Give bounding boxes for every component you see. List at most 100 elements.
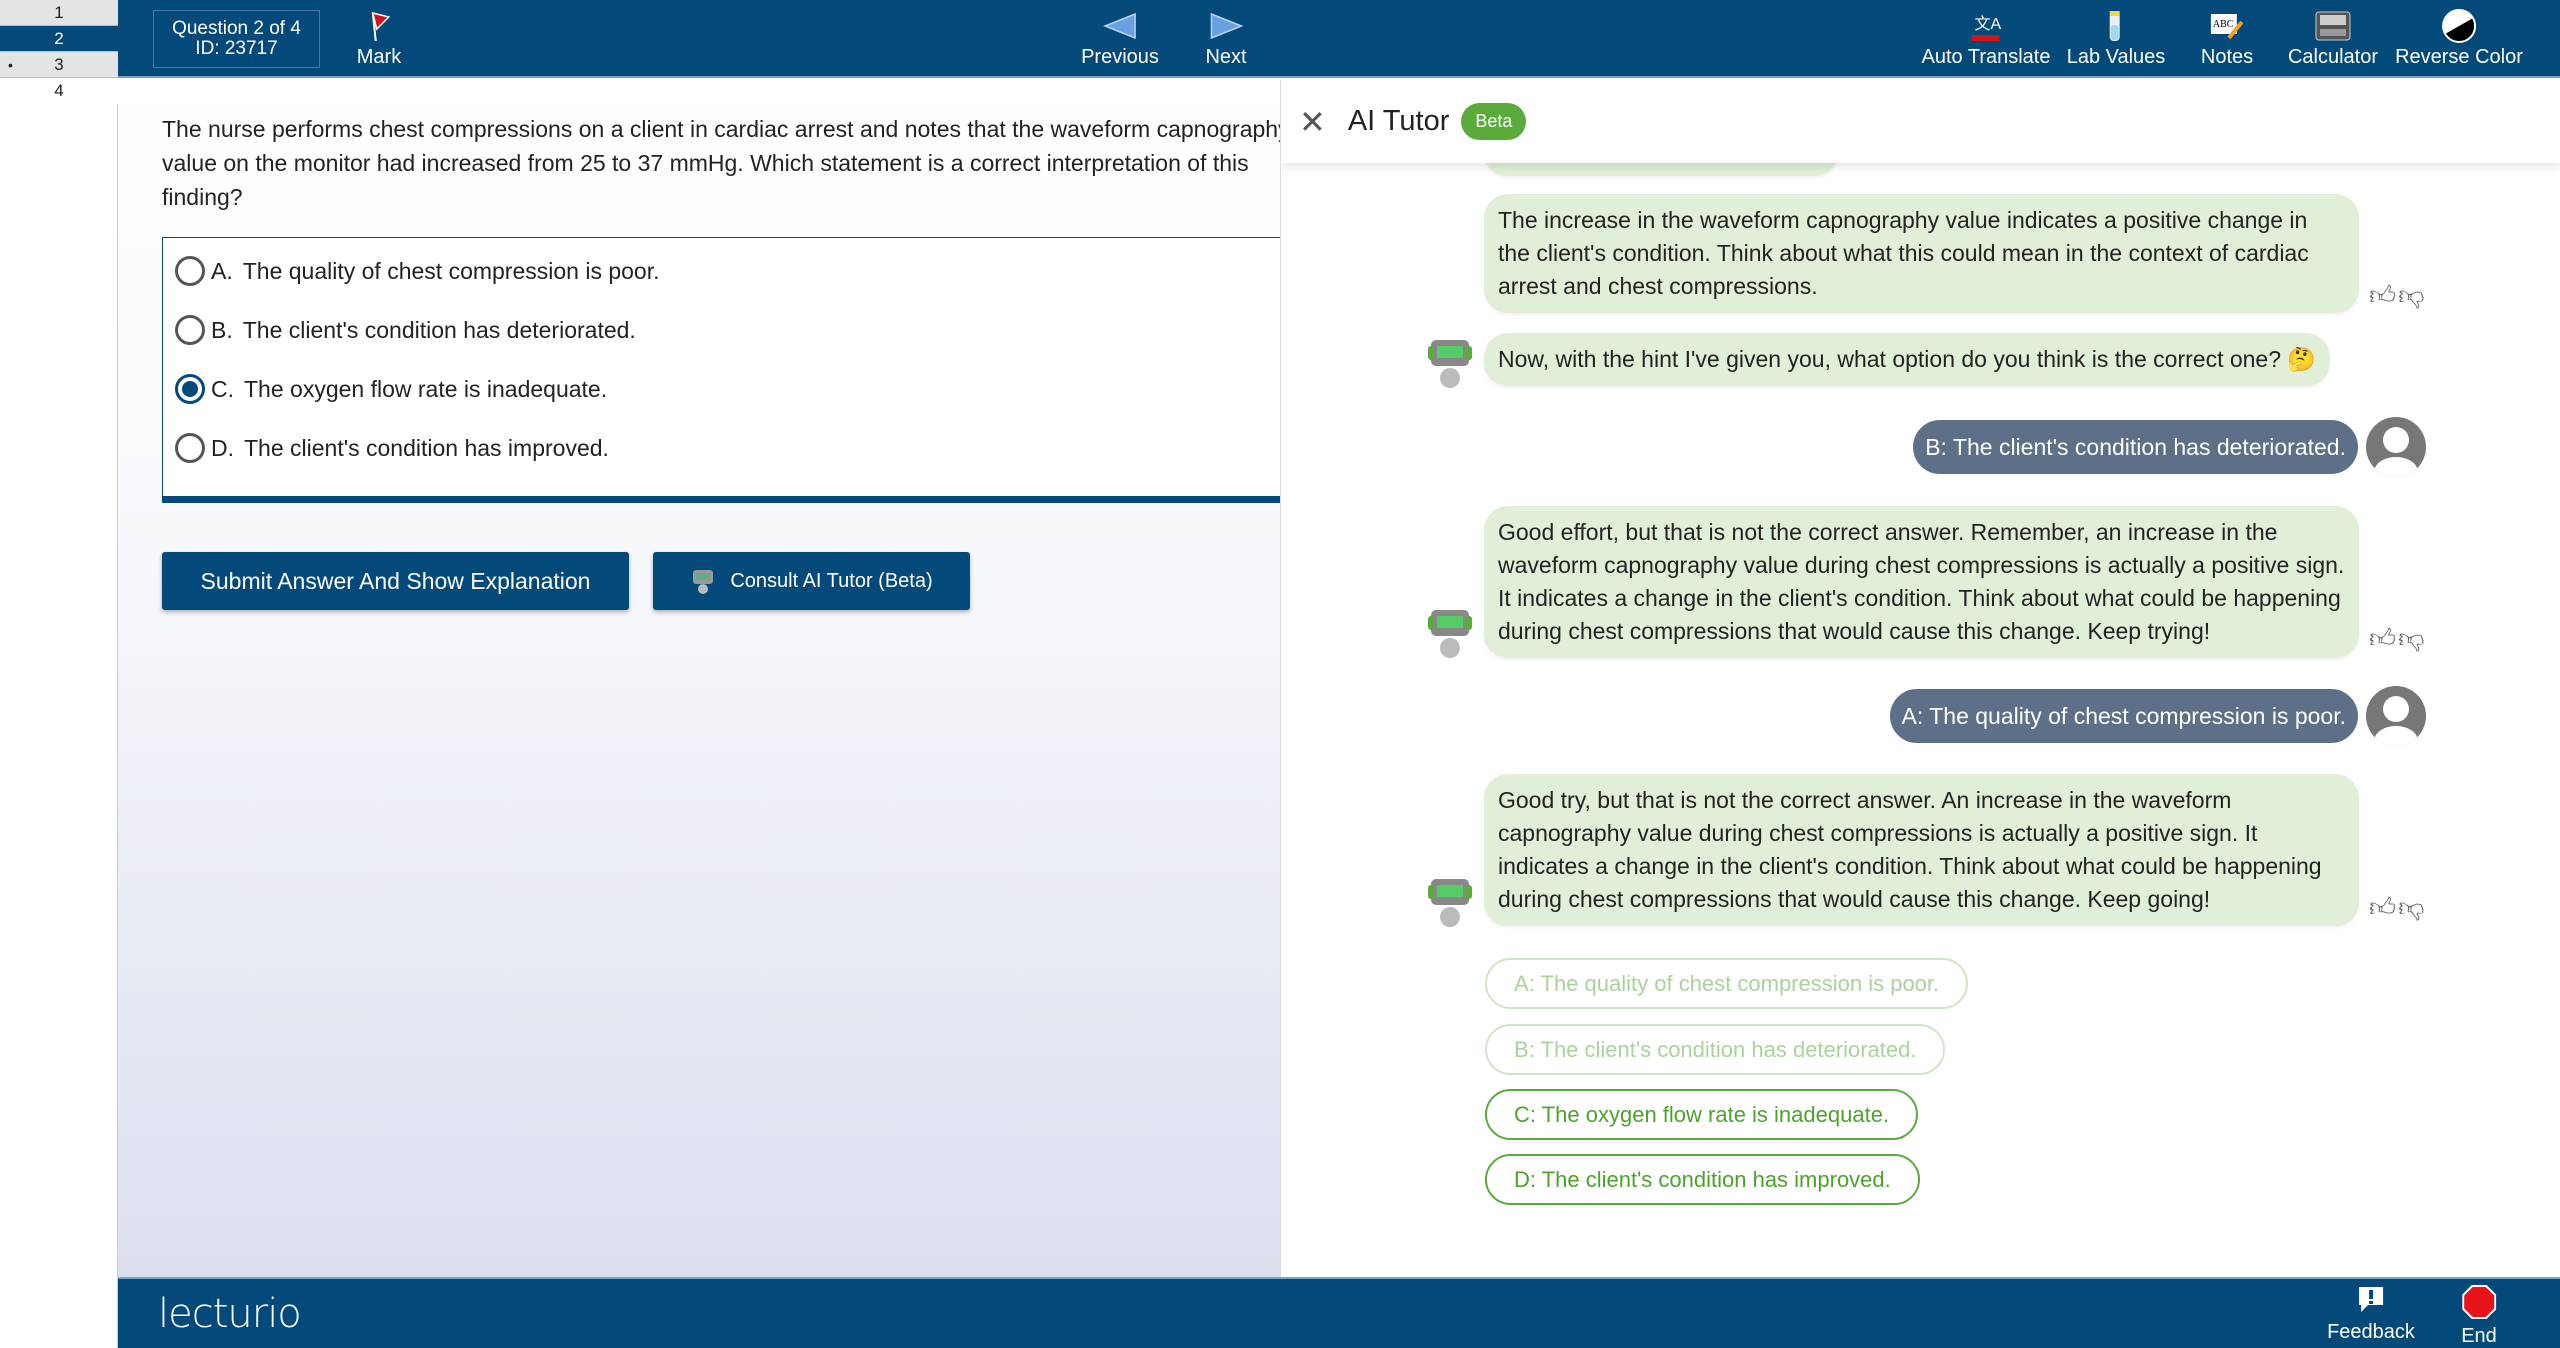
choice-a-button[interactable]: A: The quality of chest compression is p… bbox=[1485, 958, 1969, 1009]
svg-text:文A: 文A bbox=[1975, 15, 2002, 33]
next-button[interactable]: Next bbox=[1205, 6, 1247, 69]
tool-label: Reverse Color bbox=[2395, 46, 2523, 68]
robot-icon bbox=[693, 570, 714, 594]
footer-bar: lecturio Feedback End bbox=[118, 1277, 2560, 1348]
bot-avatar bbox=[1425, 338, 1475, 388]
thumbs-up-icon[interactable]: 👍︎ bbox=[2369, 892, 2398, 922]
tool-label: Lab Values bbox=[2066, 46, 2166, 68]
thumbs-up-icon[interactable]: 👍︎ bbox=[2369, 623, 2398, 653]
consult-label: Consult AI Tutor (Beta) bbox=[730, 569, 933, 592]
arrow-right-icon bbox=[1205, 6, 1246, 46]
next-label: Next bbox=[1205, 46, 1247, 68]
question-line: The nurse performs chest compressions on… bbox=[162, 116, 1280, 142]
mark-button[interactable]: Mark bbox=[357, 6, 401, 69]
user-avatar bbox=[2366, 417, 2426, 477]
question-counter: Question 2 of 4 bbox=[172, 18, 301, 39]
question-nav-2[interactable]: 2 bbox=[0, 26, 118, 52]
choice-text: D: The client's condition has improved. bbox=[1514, 1167, 1891, 1192]
radio-button[interactable] bbox=[175, 256, 205, 286]
question-stem: The nurse performs chest compressions on… bbox=[162, 112, 1280, 214]
thumbs-down-icon[interactable]: 👎︎ bbox=[2398, 280, 2426, 310]
option-text: The oxygen flow rate is inadequate. bbox=[244, 375, 608, 402]
bot-message: The increase in the waveform capnography… bbox=[1484, 194, 2359, 313]
lab-flask-icon bbox=[2067, 6, 2166, 46]
answer-options: A. The quality of chest compression is po… bbox=[162, 237, 1280, 503]
end-button[interactable]: End bbox=[2461, 1285, 2497, 1348]
previous-label: Previous bbox=[1081, 46, 1159, 68]
question-info: Question 2 of 4 ID: 23717 bbox=[153, 10, 320, 68]
question-number: 4 bbox=[54, 81, 64, 100]
radio-button[interactable] bbox=[175, 433, 205, 463]
radio-button-selected[interactable] bbox=[175, 374, 205, 404]
lab-values-button[interactable]: Lab Values bbox=[2066, 6, 2166, 69]
feedback-button[interactable]: Feedback bbox=[2327, 1285, 2415, 1344]
choice-text: A: The quality of chest compression is p… bbox=[1514, 971, 1940, 996]
feedback-thumbs[interactable]: 👍︎👎︎ bbox=[2369, 280, 2427, 311]
notes-button[interactable]: ABC Notes bbox=[2201, 6, 2253, 69]
question-sidebar: 1 2 • 3 4 bbox=[0, 0, 118, 1348]
choice-b-button[interactable]: B: The client's condition has deteriorat… bbox=[1485, 1024, 1946, 1075]
question-line: finding? bbox=[162, 184, 243, 210]
beta-badge: Beta bbox=[1461, 103, 1527, 140]
choice-c-button[interactable]: C: The oxygen flow rate is inadequate. bbox=[1485, 1089, 1919, 1140]
radio-button[interactable] bbox=[175, 315, 205, 345]
thumbs-down-icon[interactable]: 👎︎ bbox=[2398, 892, 2426, 922]
option-a[interactable]: A. The quality of chest compression is po… bbox=[175, 256, 660, 286]
submit-answer-button[interactable]: Submit Answer And Show Explanation bbox=[162, 552, 629, 610]
question-id: ID: 23717 bbox=[195, 38, 278, 59]
option-text: The quality of chest compression is poor… bbox=[242, 257, 660, 284]
feedback-thumbs[interactable]: 👍︎👎︎ bbox=[2369, 892, 2427, 923]
message-text: Good try, but that is not the correct an… bbox=[1498, 787, 2322, 912]
svg-text:ABC: ABC bbox=[2213, 19, 2234, 30]
question-number: 1 bbox=[54, 3, 64, 22]
bot-avatar bbox=[1425, 608, 1475, 658]
reverse-color-button[interactable]: Reverse Color bbox=[2395, 6, 2523, 69]
option-letter: D. bbox=[211, 434, 234, 461]
option-letter: A. bbox=[211, 257, 233, 284]
stop-sign-icon bbox=[2462, 1285, 2496, 1319]
auto-translate-button[interactable]: 文A Auto Translate bbox=[1922, 6, 2051, 69]
ai-tutor-title: AI Tutor bbox=[1347, 105, 1450, 137]
end-label: End bbox=[2461, 1325, 2497, 1347]
previous-button[interactable]: Previous bbox=[1081, 6, 1159, 69]
top-toolbar: Question 2 of 4 ID: 23717 Mark Previous … bbox=[118, 0, 2560, 78]
tool-label: Auto Translate bbox=[1921, 46, 2051, 68]
bot-message: Now, with the hint I've given you, what … bbox=[1484, 333, 2331, 386]
question-nav-4[interactable]: 4 bbox=[0, 78, 118, 104]
tool-label: Calculator bbox=[2287, 46, 2379, 68]
question-number: 2 bbox=[54, 29, 64, 48]
option-d[interactable]: D. The client's condition has improved. bbox=[175, 433, 609, 463]
ai-tutor-panel: ✕ AI Tutor Beta The increase in the wave… bbox=[1280, 80, 2560, 1277]
option-b[interactable]: B. The client's condition has deteriorate… bbox=[175, 315, 636, 345]
message-text: Good effort, but that is not the correct… bbox=[1498, 519, 2345, 644]
question-panel: The nurse performs chest compressions on… bbox=[118, 80, 1280, 1277]
message-text: Now, with the hint I've given you, what … bbox=[1498, 346, 2317, 372]
thumbs-up-icon[interactable]: 👍︎ bbox=[2369, 280, 2398, 310]
close-icon[interactable]: ✕ bbox=[1299, 103, 1326, 141]
choice-d-button[interactable]: D: The client's condition has improved. bbox=[1485, 1154, 1920, 1205]
feedback-icon bbox=[2359, 1287, 2383, 1312]
message-text: B: The client's condition has deteriorat… bbox=[1925, 434, 2346, 460]
option-c[interactable]: C. The oxygen flow rate is inadequate. bbox=[175, 374, 607, 404]
question-nav-3[interactable]: • 3 bbox=[0, 52, 118, 78]
option-text: The client's condition has improved. bbox=[244, 434, 609, 461]
option-letter: B. bbox=[211, 316, 233, 343]
tool-label: Notes bbox=[2200, 46, 2254, 68]
calculator-button[interactable]: Calculator bbox=[2288, 6, 2378, 69]
bot-avatar bbox=[1425, 877, 1475, 927]
option-text: The client's condition has deteriorated. bbox=[242, 316, 636, 343]
question-line: value on the monitor had increased from … bbox=[162, 150, 1249, 176]
bot-message: Good try, but that is not the correct an… bbox=[1484, 774, 2359, 926]
consult-ai-tutor-button[interactable]: Consult AI Tutor (Beta) bbox=[653, 552, 970, 610]
choice-text: B: The client's condition has deteriorat… bbox=[1514, 1037, 1917, 1062]
message-text: A: The quality of chest compression is p… bbox=[1901, 703, 2346, 729]
lecturio-logo: lecturio bbox=[158, 1291, 302, 1337]
option-letter: C. bbox=[211, 375, 234, 402]
thumbs-down-icon[interactable]: 👎︎ bbox=[2398, 623, 2426, 653]
feedback-thumbs[interactable]: 👍︎👎︎ bbox=[2369, 623, 2427, 654]
bot-message: Good effort, but that is not the correct… bbox=[1484, 506, 2359, 658]
question-nav-1[interactable]: 1 bbox=[0, 0, 118, 26]
calculator-icon bbox=[2288, 6, 2378, 46]
feedback-label: Feedback bbox=[2327, 1321, 2415, 1343]
marked-dot: • bbox=[8, 57, 13, 73]
